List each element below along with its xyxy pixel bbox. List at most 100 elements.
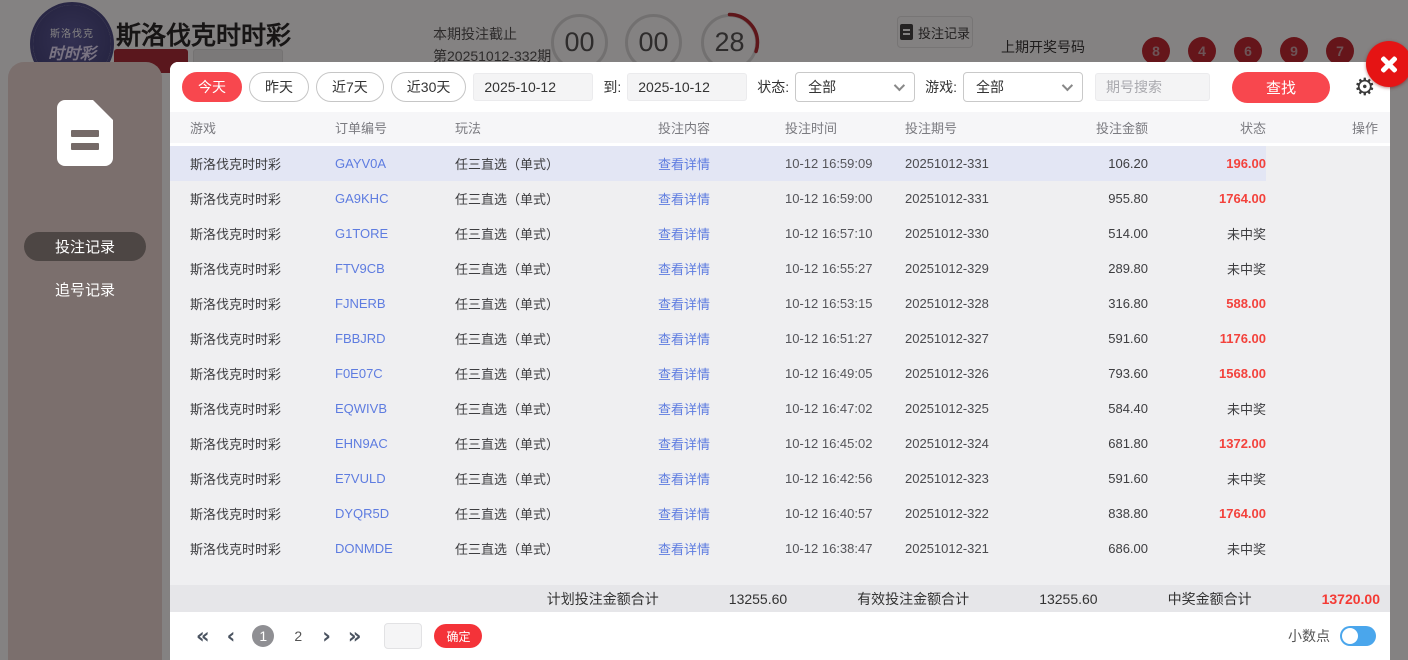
table-row: 斯洛伐克时时彩 G1TORE 任三直选（单式） 查看详情 10-12 16:57:10 2…	[170, 216, 1390, 251]
date-to-input[interactable]	[627, 73, 748, 101]
cell-content[interactable]: 查看详情	[638, 391, 765, 426]
cell-content[interactable]: 查看详情	[638, 426, 765, 461]
cell-period: 20251012-325	[905, 401, 989, 416]
cell-order[interactable]: GA9KHC	[315, 181, 435, 216]
cell-order[interactable]: DYQR5D	[315, 496, 435, 531]
cell-order[interactable]: EQWIVB	[315, 391, 435, 426]
cell-time: 10-12 16:42:56	[785, 471, 873, 486]
summary-bar: 计划投注金额合计 13255.60 有效投注金额合计 13255.60 中奖金额…	[170, 585, 1390, 612]
cell-order[interactable]: G1TORE	[315, 216, 435, 251]
cell-time: 10-12 16:55:27	[785, 261, 873, 276]
cell-action	[1266, 286, 1390, 321]
cell-content[interactable]: 查看详情	[638, 286, 765, 321]
cell-time: 10-12 16:59:00	[785, 191, 873, 206]
cell-content[interactable]: 查看详情	[638, 496, 765, 531]
cell-amount: 686.00	[1108, 541, 1148, 556]
cell-content[interactable]: 查看详情	[638, 531, 765, 566]
cell-order[interactable]: FJNERB	[315, 286, 435, 321]
cell-content[interactable]: 查看详情	[638, 461, 765, 496]
cell-action	[1266, 531, 1390, 566]
status-select-value: 全部	[808, 79, 837, 95]
column-header: 订单编号	[315, 112, 435, 146]
cell-action	[1266, 321, 1390, 356]
date-from-input[interactable]	[473, 73, 594, 101]
win-total-label: 中奖金额合计	[1167, 590, 1252, 607]
cell-amount: 955.80	[1108, 191, 1148, 206]
to-label: 到:	[603, 79, 622, 95]
next-page-icon[interactable]: ›	[322, 625, 331, 647]
quick-range-button-0[interactable]: 今天	[182, 72, 242, 102]
last-page-icon[interactable]: »	[348, 625, 362, 647]
cell-content[interactable]: 查看详情	[638, 251, 765, 286]
cell-period: 20251012-327	[905, 331, 989, 346]
confirm-button[interactable]: 确定	[434, 624, 483, 648]
page-numbers: 12	[252, 625, 322, 647]
cell-game: 斯洛伐克时时彩	[190, 262, 282, 277]
find-button[interactable]: 查找	[1232, 71, 1331, 103]
cell-amount: 591.60	[1108, 331, 1148, 346]
cell-period: 20251012-321	[905, 541, 989, 556]
prev-page-icon[interactable]: ‹	[227, 625, 236, 647]
cell-content[interactable]: 查看详情	[638, 356, 765, 391]
cell-period: 20251012-323	[905, 471, 989, 486]
cell-status: 1568.00	[1219, 366, 1266, 381]
cell-play: 任三直选（单式）	[455, 192, 560, 207]
sidebar-item-chase-records[interactable]: 追号记录	[24, 275, 146, 304]
cell-order[interactable]: E7VULD	[315, 461, 435, 496]
cell-time: 10-12 16:57:10	[785, 226, 873, 241]
game-select[interactable]: 全部	[963, 72, 1084, 102]
valid-total-value: 13255.60	[1039, 590, 1098, 607]
page-button-1[interactable]: 1	[252, 625, 275, 647]
cell-content[interactable]: 查看详情	[638, 216, 765, 251]
cell-order[interactable]: EHN9AC	[315, 426, 435, 461]
quick-range-button-1[interactable]: 昨天	[249, 72, 309, 102]
page-button-2[interactable]: 2	[287, 625, 309, 647]
cell-content[interactable]: 查看详情	[638, 146, 765, 181]
cell-status: 未中奖	[1226, 402, 1266, 417]
chevron-down-icon	[1061, 79, 1074, 92]
page-jump-input[interactable]	[384, 623, 423, 649]
table-row: 斯洛伐克时时彩 F0E07C 任三直选（单式） 查看详情 10-12 16:49:05 2…	[170, 356, 1390, 391]
filter-bar: 今天昨天近7天近30天 到: 状态: 全部 游戏: 全部 查找 ⚙	[170, 62, 1390, 112]
cell-status: 1764.00	[1219, 191, 1266, 206]
cell-order[interactable]: FBBJRD	[315, 321, 435, 356]
status-label: 状态:	[757, 79, 790, 95]
cell-content[interactable]: 查看详情	[638, 321, 765, 356]
decimal-toggle[interactable]	[1340, 626, 1376, 646]
table-body: 斯洛伐克时时彩 GAYV0A 任三直选（单式） 查看详情 10-12 16:59:09 2…	[170, 146, 1390, 566]
table-row: 斯洛伐克时时彩 FJNERB 任三直选（单式） 查看详情 10-12 16:53:15 2…	[170, 286, 1390, 321]
column-header: 操作	[1266, 112, 1390, 146]
close-icon[interactable]	[1366, 41, 1408, 87]
cell-amount: 514.00	[1108, 226, 1148, 241]
cell-order[interactable]: FTV9CB	[315, 251, 435, 286]
cell-time: 10-12 16:59:09	[765, 146, 885, 181]
cell-action	[1266, 181, 1390, 216]
cell-amount: 316.80	[1108, 296, 1148, 311]
cell-play: 任三直选（单式）	[455, 507, 560, 522]
cell-period: 20251012-322	[905, 506, 989, 521]
decimal-toggle-label: 小数点	[1288, 628, 1330, 644]
quick-range-button-3[interactable]: 近30天	[390, 72, 467, 102]
table-row: 斯洛伐克时时彩 FBBJRD 任三直选（单式） 查看详情 10-12 16:51:27 2…	[170, 321, 1390, 356]
cell-amount: 793.60	[1108, 366, 1148, 381]
quick-range-button-2[interactable]: 近7天	[316, 72, 384, 102]
status-select[interactable]: 全部	[795, 72, 916, 102]
sidebar-item-bet-records[interactable]: 投注记录	[24, 232, 146, 261]
bet-records-table: 游戏 订单编号 玩法 投注内容 投注时间 投注期号 投注金额 状态 操作 斯洛伐克时时彩 GAYV…	[170, 112, 1390, 566]
cell-time: 10-12 16:47:02	[785, 401, 873, 416]
cell-order[interactable]: F0E07C	[315, 356, 435, 391]
cell-period: 20251012-324	[905, 436, 989, 451]
cell-play: 任三直选（单式）	[455, 262, 560, 277]
planned-total-label: 计划投注金额合计	[546, 590, 659, 607]
cell-action	[1266, 216, 1390, 251]
table-row: 斯洛伐克时时彩 EHN9AC 任三直选（单式） 查看详情 10-12 16:45:02 2…	[170, 426, 1390, 461]
table-spacer	[170, 566, 1390, 585]
period-search-input[interactable]	[1095, 73, 1211, 101]
first-page-icon[interactable]: «	[196, 625, 210, 647]
cell-content[interactable]: 查看详情	[638, 181, 765, 216]
cell-order[interactable]: DONMDE	[315, 531, 435, 566]
cell-action	[1266, 461, 1390, 496]
cell-order[interactable]: GAYV0A	[315, 146, 435, 181]
cell-action	[1266, 356, 1390, 391]
document-icon-large	[57, 100, 113, 166]
